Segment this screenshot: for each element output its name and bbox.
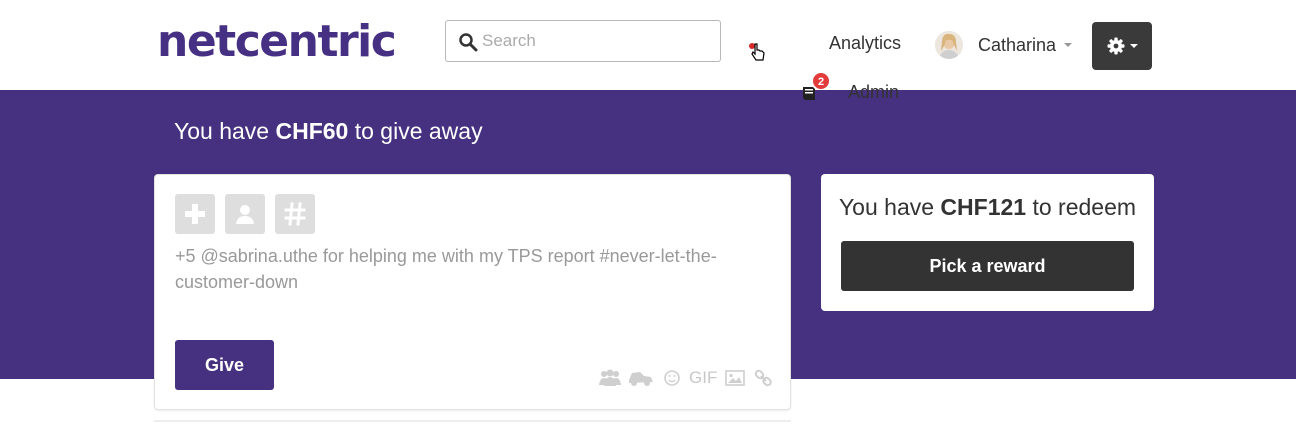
search-box[interactable]: [445, 20, 721, 62]
plus-icon: [185, 204, 205, 224]
add-button[interactable]: [175, 194, 215, 234]
chevron-down-icon: [1064, 43, 1073, 47]
give-amount: CHF60: [275, 118, 349, 144]
gear-icon: [1107, 37, 1125, 55]
gif-button[interactable]: GIF: [689, 368, 717, 388]
hashtag-button[interactable]: [275, 194, 315, 234]
nav-admin[interactable]: Admin: [848, 82, 899, 103]
top-navbar: netcentric Analytics Catharina: [0, 0, 1296, 90]
hand-pointer-icon: [749, 43, 765, 61]
admin-notification-badge: 2: [812, 72, 830, 90]
user-name: Catharina: [978, 34, 1057, 55]
image-icon[interactable]: [725, 368, 745, 388]
link-icon[interactable]: [754, 368, 774, 388]
feed-divider: [154, 420, 791, 422]
give-button[interactable]: Give: [175, 340, 274, 390]
chevron-down-icon: [1130, 44, 1138, 48]
redeem-card: You have CHF121 to redeem Pick a reward: [821, 174, 1154, 311]
car-icon[interactable]: [627, 368, 655, 388]
user-icon: [236, 205, 254, 224]
post-textarea[interactable]: +5 @sabrina.uthe for helping me with my …: [175, 243, 775, 295]
smile-icon[interactable]: [663, 368, 681, 388]
redeem-amount: CHF121: [940, 194, 1027, 220]
avatar: [935, 31, 963, 59]
group-icon[interactable]: [599, 368, 621, 388]
settings-button[interactable]: [1092, 22, 1152, 70]
mention-user-button[interactable]: [225, 194, 265, 234]
redeem-balance: You have CHF121 to redeem: [838, 194, 1137, 220]
compose-card: +5 @sabrina.uthe for helping me with my …: [154, 174, 791, 410]
search-input[interactable]: [482, 27, 712, 55]
hash-icon: [284, 202, 306, 226]
netcentric-logo[interactable]: netcentric: [157, 14, 397, 70]
search-icon: [459, 33, 478, 52]
pick-reward-button[interactable]: Pick a reward: [841, 241, 1134, 291]
user-menu[interactable]: Catharina: [935, 30, 1073, 60]
nav-analytics[interactable]: Analytics: [829, 33, 901, 54]
give-away-balance: You have CHF60 to give away: [174, 118, 483, 144]
